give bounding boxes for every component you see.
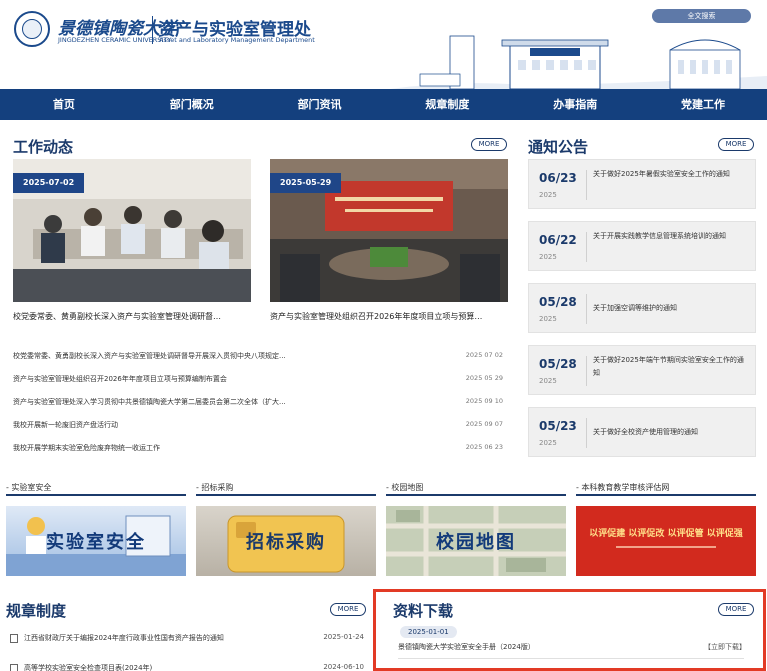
highlight-box xyxy=(373,589,766,671)
notice-date: 05/28 xyxy=(539,357,577,371)
news-list-title[interactable]: 资产与实验室管理处深入学习贯彻中共景德镇陶瓷大学第二届委员会第二次全体（扩大..… xyxy=(13,397,423,407)
notice-item[interactable]: 05/28 2025 关于加强空调等维护的通知 xyxy=(528,283,756,333)
department-name-en: Asset and Laboratory Management Departme… xyxy=(159,36,315,44)
notice-date: 06/23 xyxy=(539,171,577,185)
news-list-date: 2025 07 02 xyxy=(465,351,503,359)
regulation-list-item[interactable]: 江西省财政厅关于编报2024年度行政事业性国有资产报告的通知 2025-01-2… xyxy=(6,633,364,646)
news-list-title[interactable]: 校党委常委、黄勇副校长深入资产与实验室管理处调研督导开展深入贯彻中央八项规定..… xyxy=(13,351,423,361)
assessment-banner[interactable]: 以评促建 以评促改 以评促管 以评促强 xyxy=(576,506,756,576)
notice-item[interactable]: 06/23 2025 关于做好2025年暑假实验室安全工作的通知 xyxy=(528,159,756,209)
news-photo-meeting-1[interactable]: 2025-07-02 xyxy=(13,159,251,302)
news-photo-date-2: 2025-05-29 xyxy=(270,173,342,193)
notices-section-title: 通知公告 xyxy=(528,138,589,156)
regulation-date: 2025-01-24 xyxy=(323,633,364,641)
main-nav: 首页 部门概况 部门资讯 规章制度 办事指南 党建工作 xyxy=(0,89,767,120)
news-list-item[interactable]: 我校开展新一轮废旧资产盘活行动 2025 09 07 xyxy=(13,420,503,432)
notice-date: 05/28 xyxy=(539,295,577,309)
document-icon xyxy=(10,634,18,643)
assessment-banner-line xyxy=(616,546,716,548)
notice-divider xyxy=(586,294,587,324)
notice-title[interactable]: 关于加强空调等维护的通知 xyxy=(593,302,745,315)
notice-divider xyxy=(586,418,587,448)
quick-link-label-campus-map[interactable]: - 校园地图 xyxy=(386,482,423,493)
notice-item[interactable]: 05/28 2025 关于做好2025年端午节期间实验室安全工作的通知 xyxy=(528,345,756,395)
regulation-date: 2024-06-10 xyxy=(323,663,364,671)
seal-emblem xyxy=(22,19,42,39)
quick-link-underline xyxy=(6,494,186,496)
notice-date: 05/23 xyxy=(539,419,577,433)
notice-item[interactable]: 06/22 2025 关于开展实践教学信息管理系统培训的通知 xyxy=(528,221,756,271)
assessment-banner-text: 以评促建 以评促改 以评促管 以评促强 xyxy=(589,529,743,539)
notice-year: 2025 xyxy=(539,253,557,261)
news-section-title: 工作动态 xyxy=(13,138,74,156)
news-list-date: 2025 05 29 xyxy=(465,374,503,382)
notice-year: 2025 xyxy=(539,315,557,323)
notice-year: 2025 xyxy=(539,191,557,199)
fulltext-search-button[interactable]: 全文搜索 xyxy=(652,9,751,23)
news-list-title[interactable]: 我校开展新一轮废旧资产盘活行动 xyxy=(13,420,423,430)
news-list-item[interactable]: 资产与实验室管理处组织召开2026年年度项目立项与预算编制布置会 2025 05… xyxy=(13,374,503,386)
logo-divider xyxy=(152,16,153,44)
news-list-item[interactable]: 校党委常委、黄勇副校长深入资产与实验室管理处调研督导开展深入贯彻中央八项规定..… xyxy=(13,351,503,363)
regulation-title[interactable]: 高等学校实验室安全检查项目表(2024年) xyxy=(24,663,152,671)
news-photo-caption-2[interactable]: 资产与实验室管理处组织召开2026年年度项目立项与预算… xyxy=(270,311,508,322)
procurement-banner-text: 招标采购 xyxy=(246,532,326,553)
news-list-title[interactable]: 我校开展学期末实验室危险废弃物统一收运工作 xyxy=(13,443,423,453)
news-photo-meeting-2[interactable]: 2025-05-29 xyxy=(270,159,508,302)
nav-party-building[interactable]: 党建工作 xyxy=(639,89,767,120)
campus-map-banner[interactable]: 校园地图 xyxy=(386,506,566,576)
news-photo-date-1: 2025-07-02 xyxy=(13,173,85,193)
quick-link-underline xyxy=(196,494,376,496)
regulation-list-item[interactable]: 高等学校实验室安全检查项目表(2024年) 2024-06-10 xyxy=(6,663,364,671)
notice-divider xyxy=(586,356,587,386)
quick-link-underline xyxy=(386,494,566,496)
quick-link-label-lab-safety[interactable]: - 实验室安全 xyxy=(6,482,51,493)
news-list-date: 2025 06 23 xyxy=(465,443,503,451)
lab-safety-banner[interactable]: 实验室安全 xyxy=(6,506,186,576)
notice-divider xyxy=(586,170,587,200)
notices-more-button[interactable]: MORE xyxy=(718,138,754,151)
notice-date: 06/22 xyxy=(539,233,577,247)
document-icon xyxy=(10,664,18,671)
notice-year: 2025 xyxy=(539,377,557,385)
regulation-title[interactable]: 江西省财政厅关于编报2024年度行政事业性国有资产报告的通知 xyxy=(24,633,224,643)
lab-safety-banner-text: 实验室安全 xyxy=(46,532,146,553)
news-list-title[interactable]: 资产与实验室管理处组织召开2026年年度项目立项与预算编制布置会 xyxy=(13,374,423,384)
quick-link-label-assessment[interactable]: - 本科教育教学审核评估网 xyxy=(576,482,669,493)
nav-department-overview[interactable]: 部门概况 xyxy=(128,89,256,120)
nav-service-guide[interactable]: 办事指南 xyxy=(511,89,639,120)
notice-title[interactable]: 关于开展实践教学信息管理系统培训的通知 xyxy=(593,230,745,243)
news-list-item[interactable]: 资产与实验室管理处深入学习贯彻中共景德镇陶瓷大学第二届委员会第二次全体（扩大..… xyxy=(13,397,503,409)
notice-item[interactable]: 05/23 2025 关于做好全校资产使用管理的通知 xyxy=(528,407,756,457)
regulations-section-title: 规章制度 xyxy=(6,602,67,620)
regulations-more-button[interactable]: MORE xyxy=(330,603,366,616)
university-name-en: JINGDEZHEN CERAMIC UNIVERSITY xyxy=(58,36,172,44)
news-list-date: 2025 09 07 xyxy=(465,420,503,428)
notice-year: 2025 xyxy=(539,439,557,447)
nav-regulations[interactable]: 规章制度 xyxy=(383,89,511,120)
notice-title[interactable]: 关于做好2025年暑假实验室安全工作的通知 xyxy=(593,168,745,181)
news-photo-caption-1[interactable]: 校党委常委、黄勇副校长深入资产与实验室管理处调研督… xyxy=(13,311,251,322)
notice-divider xyxy=(586,232,587,262)
quick-link-underline xyxy=(576,494,756,496)
university-seal-logo[interactable] xyxy=(14,11,50,47)
notice-title[interactable]: 关于做好全校资产使用管理的通知 xyxy=(593,426,745,439)
nav-department-news[interactable]: 部门资讯 xyxy=(256,89,384,120)
news-more-button[interactable]: MORE xyxy=(471,138,507,151)
notice-title[interactable]: 关于做好2025年端午节期间实验室安全工作的通知 xyxy=(593,354,745,380)
quick-link-label-procurement[interactable]: - 招标采购 xyxy=(196,482,233,493)
news-list-date: 2025 09 10 xyxy=(465,397,503,405)
news-list-item[interactable]: 我校开展学期末实验室危险废弃物统一收运工作 2025 06 23 xyxy=(13,443,503,455)
campus-building-illustration xyxy=(390,35,767,89)
nav-home[interactable]: 首页 xyxy=(0,89,128,120)
campus-map-banner-text: 校园地图 xyxy=(436,532,516,553)
procurement-banner[interactable]: 招标采购 xyxy=(196,506,376,576)
